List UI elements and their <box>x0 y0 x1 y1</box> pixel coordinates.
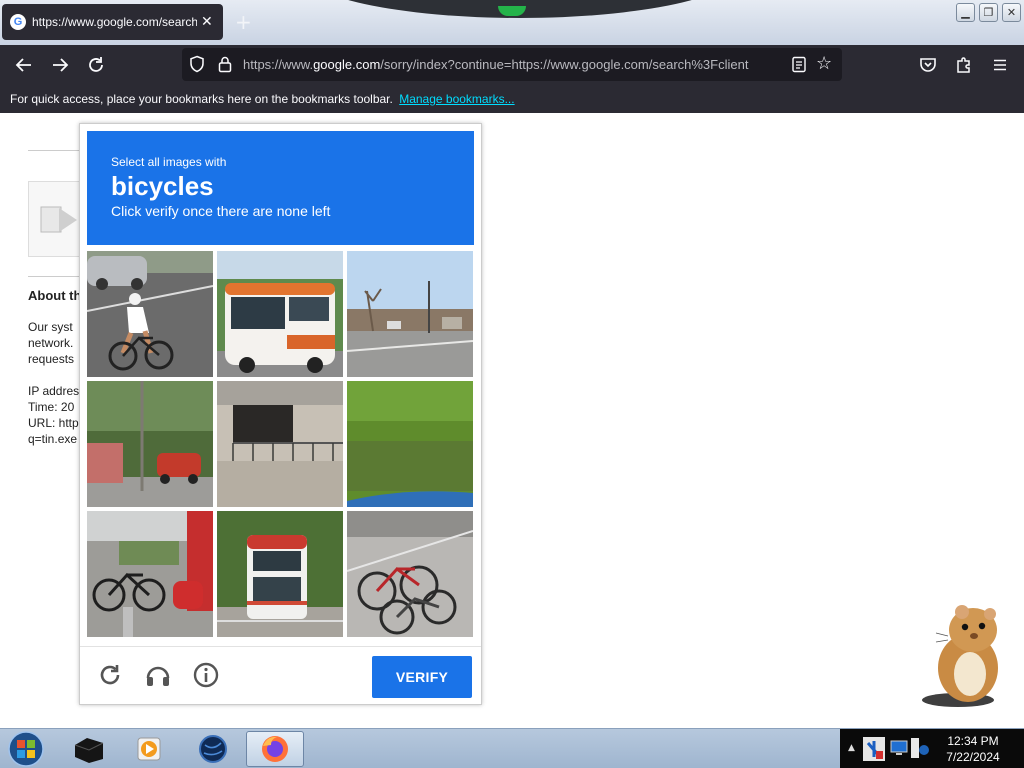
taskbar-app-globe[interactable] <box>184 731 242 767</box>
challenge-target: bicycles <box>111 171 214 201</box>
captcha-tile-double-decker-bus[interactable] <box>217 511 343 637</box>
hamster-mascot-icon <box>922 605 998 707</box>
challenge-header: Select all images with bicycles Click ve… <box>87 131 474 245</box>
captcha-tile-building-balcony[interactable] <box>217 381 343 507</box>
globe-icon <box>199 735 227 763</box>
system-tray: ▲ 12:34 PM 7/22/2024 <box>840 729 1024 768</box>
captcha-tile-street-with-red-car[interactable] <box>87 381 213 507</box>
tab-google[interactable]: G https://www.google.com/search ✕ <box>2 4 223 40</box>
captcha-tile-parked-bicycles-scooter[interactable] <box>87 511 213 637</box>
query-line: q=tin.exe <box>28 432 78 446</box>
tray-expand-icon[interactable]: ▲ <box>848 743 855 753</box>
image-grid <box>87 251 474 638</box>
tracking-protection-shield-icon[interactable] <box>188 55 206 73</box>
challenge-subtext: Click verify once there are none left <box>111 203 331 219</box>
pocket-icon <box>920 58 936 72</box>
tab-title: https://www.google.com/search <box>32 15 197 29</box>
verify-button[interactable]: VERIFY <box>372 656 472 698</box>
start-orb-icon[interactable] <box>6 730 46 768</box>
url-line: URL: http <box>28 416 79 430</box>
recaptcha-challenge: Select all images with bicycles Click ve… <box>79 123 482 705</box>
tray-network-icon[interactable] <box>862 735 886 763</box>
reload-button[interactable] <box>85 54 107 76</box>
robot-image <box>28 181 84 257</box>
forward-button[interactable] <box>49 54 71 76</box>
info-icon[interactable] <box>192 661 220 689</box>
audio-challenge-icon[interactable] <box>144 661 172 689</box>
pocket-button[interactable] <box>917 54 939 76</box>
maximize-button[interactable]: ❐ <box>979 3 998 22</box>
manage-bookmarks-link[interactable]: Manage bookmarks... <box>399 92 514 106</box>
menu-button[interactable] <box>989 54 1011 76</box>
google-favicon-icon: G <box>10 14 26 30</box>
bookmark-star-icon[interactable]: ☆ <box>816 53 832 74</box>
extensions-button[interactable] <box>953 54 975 76</box>
tray-app-icon[interactable] <box>910 737 930 759</box>
ip-address-line: IP addres <box>28 384 80 398</box>
bookmarks-toolbar: For quick access, place your bookmarks h… <box>0 85 1024 113</box>
taskbar-app-media-player[interactable] <box>120 731 178 767</box>
tab-close-icon[interactable]: ✕ <box>201 14 213 30</box>
new-tab-button[interactable]: + <box>235 10 252 34</box>
captcha-tile-cyclist-on-road[interactable] <box>87 251 213 377</box>
forward-arrow-icon <box>53 58 69 72</box>
body-line: requests <box>28 352 75 366</box>
reload-challenge-icon[interactable] <box>96 661 124 689</box>
clock-time: 12:34 PM <box>947 734 999 748</box>
challenge-footer: VERIFY <box>80 646 481 704</box>
puzzle-icon <box>957 57 970 73</box>
back-button[interactable] <box>13 54 35 76</box>
taskbar-app-firefox[interactable] <box>246 731 304 767</box>
captcha-tile-grass-hedge[interactable] <box>347 381 473 507</box>
bookmarks-hint-text: For quick access, place your bookmarks h… <box>10 92 393 106</box>
captcha-tile-street-with-trees[interactable] <box>347 251 473 377</box>
hamburger-menu-icon <box>994 59 1006 71</box>
captcha-tile-bicycles-in-rack[interactable] <box>347 511 473 637</box>
back-arrow-icon <box>15 58 31 72</box>
body-line: Our syst <box>28 320 73 334</box>
black-box-icon <box>74 738 104 763</box>
challenge-instruction: Select all images with <box>111 155 227 169</box>
media-player-icon <box>137 737 161 761</box>
title-bar: G https://www.google.com/search ✕ + ▁ ❐ … <box>0 0 1024 45</box>
captcha-tile-orange-white-bus[interactable] <box>217 251 343 377</box>
reload-icon <box>89 57 103 72</box>
navigation-bar: https://www.google.com/sorry/index?conti… <box>0 45 1024 85</box>
body-line: network. <box>28 336 74 350</box>
lock-icon[interactable] <box>216 55 234 73</box>
minimize-button[interactable]: ▁ <box>956 3 975 22</box>
tray-monitor-icon[interactable] <box>890 739 908 757</box>
firefox-icon <box>262 736 288 762</box>
address-bar[interactable]: https://www.google.com/sorry/index?conti… <box>182 48 842 81</box>
taskbar-app-folder[interactable] <box>60 731 118 767</box>
reader-view-icon[interactable] <box>791 56 807 73</box>
url-text[interactable]: https://www.google.com/sorry/index?conti… <box>243 57 785 72</box>
close-window-button[interactable]: ✕ <box>1002 3 1021 22</box>
clock-date: 7/22/2024 <box>946 750 1000 764</box>
about-heading: About th <box>28 288 82 303</box>
taskbar: ▲ 12:34 PM 7/22/2024 <box>0 728 1024 768</box>
time-line: Time: 20 <box>28 400 75 414</box>
clock[interactable]: 12:34 PM 7/22/2024 <box>930 733 1016 765</box>
